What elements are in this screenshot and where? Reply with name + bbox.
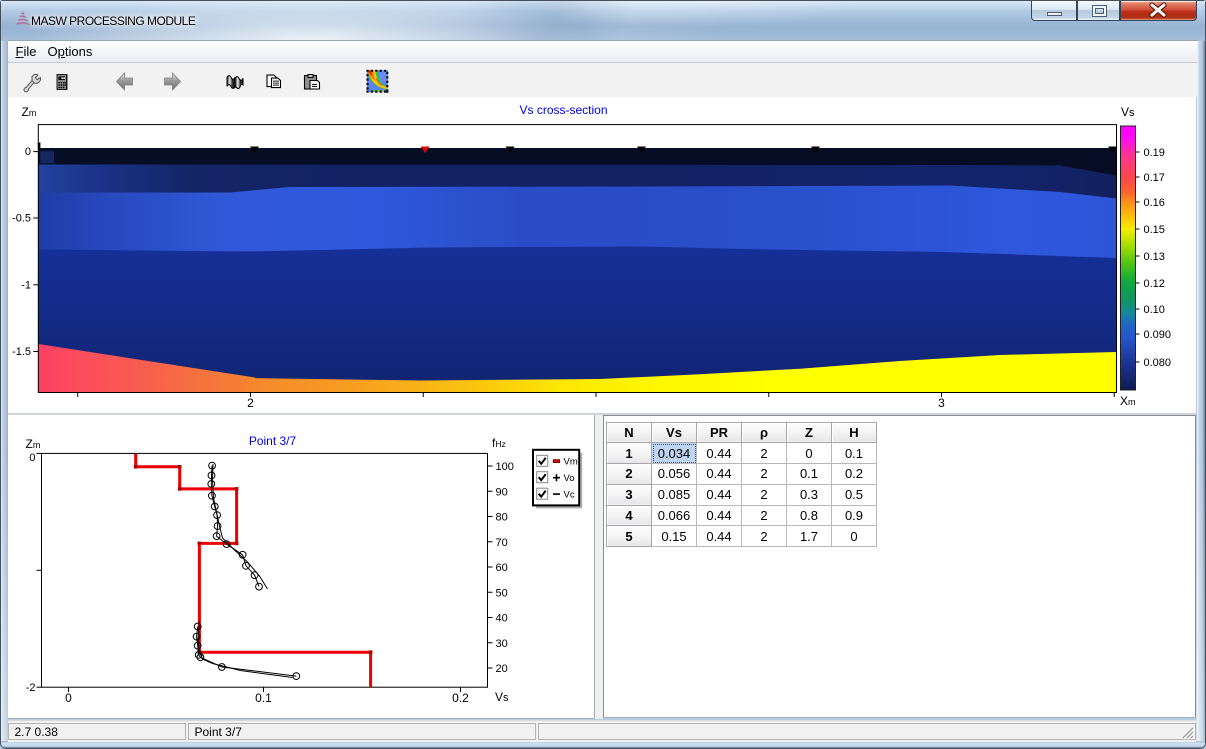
svg-text:Xm: Xm	[1120, 394, 1136, 408]
svg-text:0: 0	[65, 691, 72, 705]
svg-text:0.12: 0.12	[1143, 278, 1164, 290]
svg-text:0.1: 0.1	[255, 691, 272, 705]
svg-text:0.10: 0.10	[1143, 304, 1164, 316]
svg-text:100: 100	[495, 461, 513, 473]
svg-text:20: 20	[495, 663, 507, 675]
svg-text:0.15: 0.15	[1143, 224, 1164, 236]
svg-text:0.080: 0.080	[1143, 357, 1171, 369]
svg-text:Vs cross-section: Vs cross-section	[519, 103, 607, 117]
svg-text:70: 70	[495, 537, 507, 549]
svg-text:0: 0	[24, 146, 30, 158]
svg-text:Vo: Vo	[563, 473, 574, 484]
svg-text:50: 50	[495, 587, 507, 599]
svg-text:Point 3/7: Point 3/7	[248, 434, 296, 448]
svg-text:Vc: Vc	[563, 490, 574, 501]
svg-text:0.090: 0.090	[1143, 329, 1171, 341]
svg-text:Vs: Vs	[1121, 105, 1135, 119]
svg-text:0.13: 0.13	[1143, 251, 1164, 263]
svg-text:80: 80	[495, 512, 507, 524]
svg-text:-2: -2	[25, 682, 35, 694]
svg-text:0.17: 0.17	[1143, 172, 1164, 184]
svg-text:0.16: 0.16	[1143, 197, 1164, 209]
svg-text:0.19: 0.19	[1143, 147, 1164, 159]
svg-text:40: 40	[495, 613, 507, 625]
svg-text:3: 3	[938, 396, 945, 410]
svg-text:Vs: Vs	[495, 690, 509, 704]
svg-text:2: 2	[247, 396, 254, 410]
svg-text:fHz: fHz	[492, 436, 506, 450]
svg-text:Zm: Zm	[21, 105, 36, 119]
svg-text:-1.5: -1.5	[12, 346, 31, 358]
svg-text:Vm: Vm	[563, 457, 577, 468]
svg-text:60: 60	[495, 562, 507, 574]
svg-text:0.2: 0.2	[452, 691, 469, 705]
svg-text:30: 30	[495, 638, 507, 650]
svg-text:-1: -1	[21, 279, 31, 291]
svg-text:-0.5: -0.5	[12, 213, 31, 225]
svg-text:0: 0	[29, 452, 35, 464]
svg-text:90: 90	[495, 486, 507, 498]
svg-text:Zm: Zm	[25, 437, 40, 451]
